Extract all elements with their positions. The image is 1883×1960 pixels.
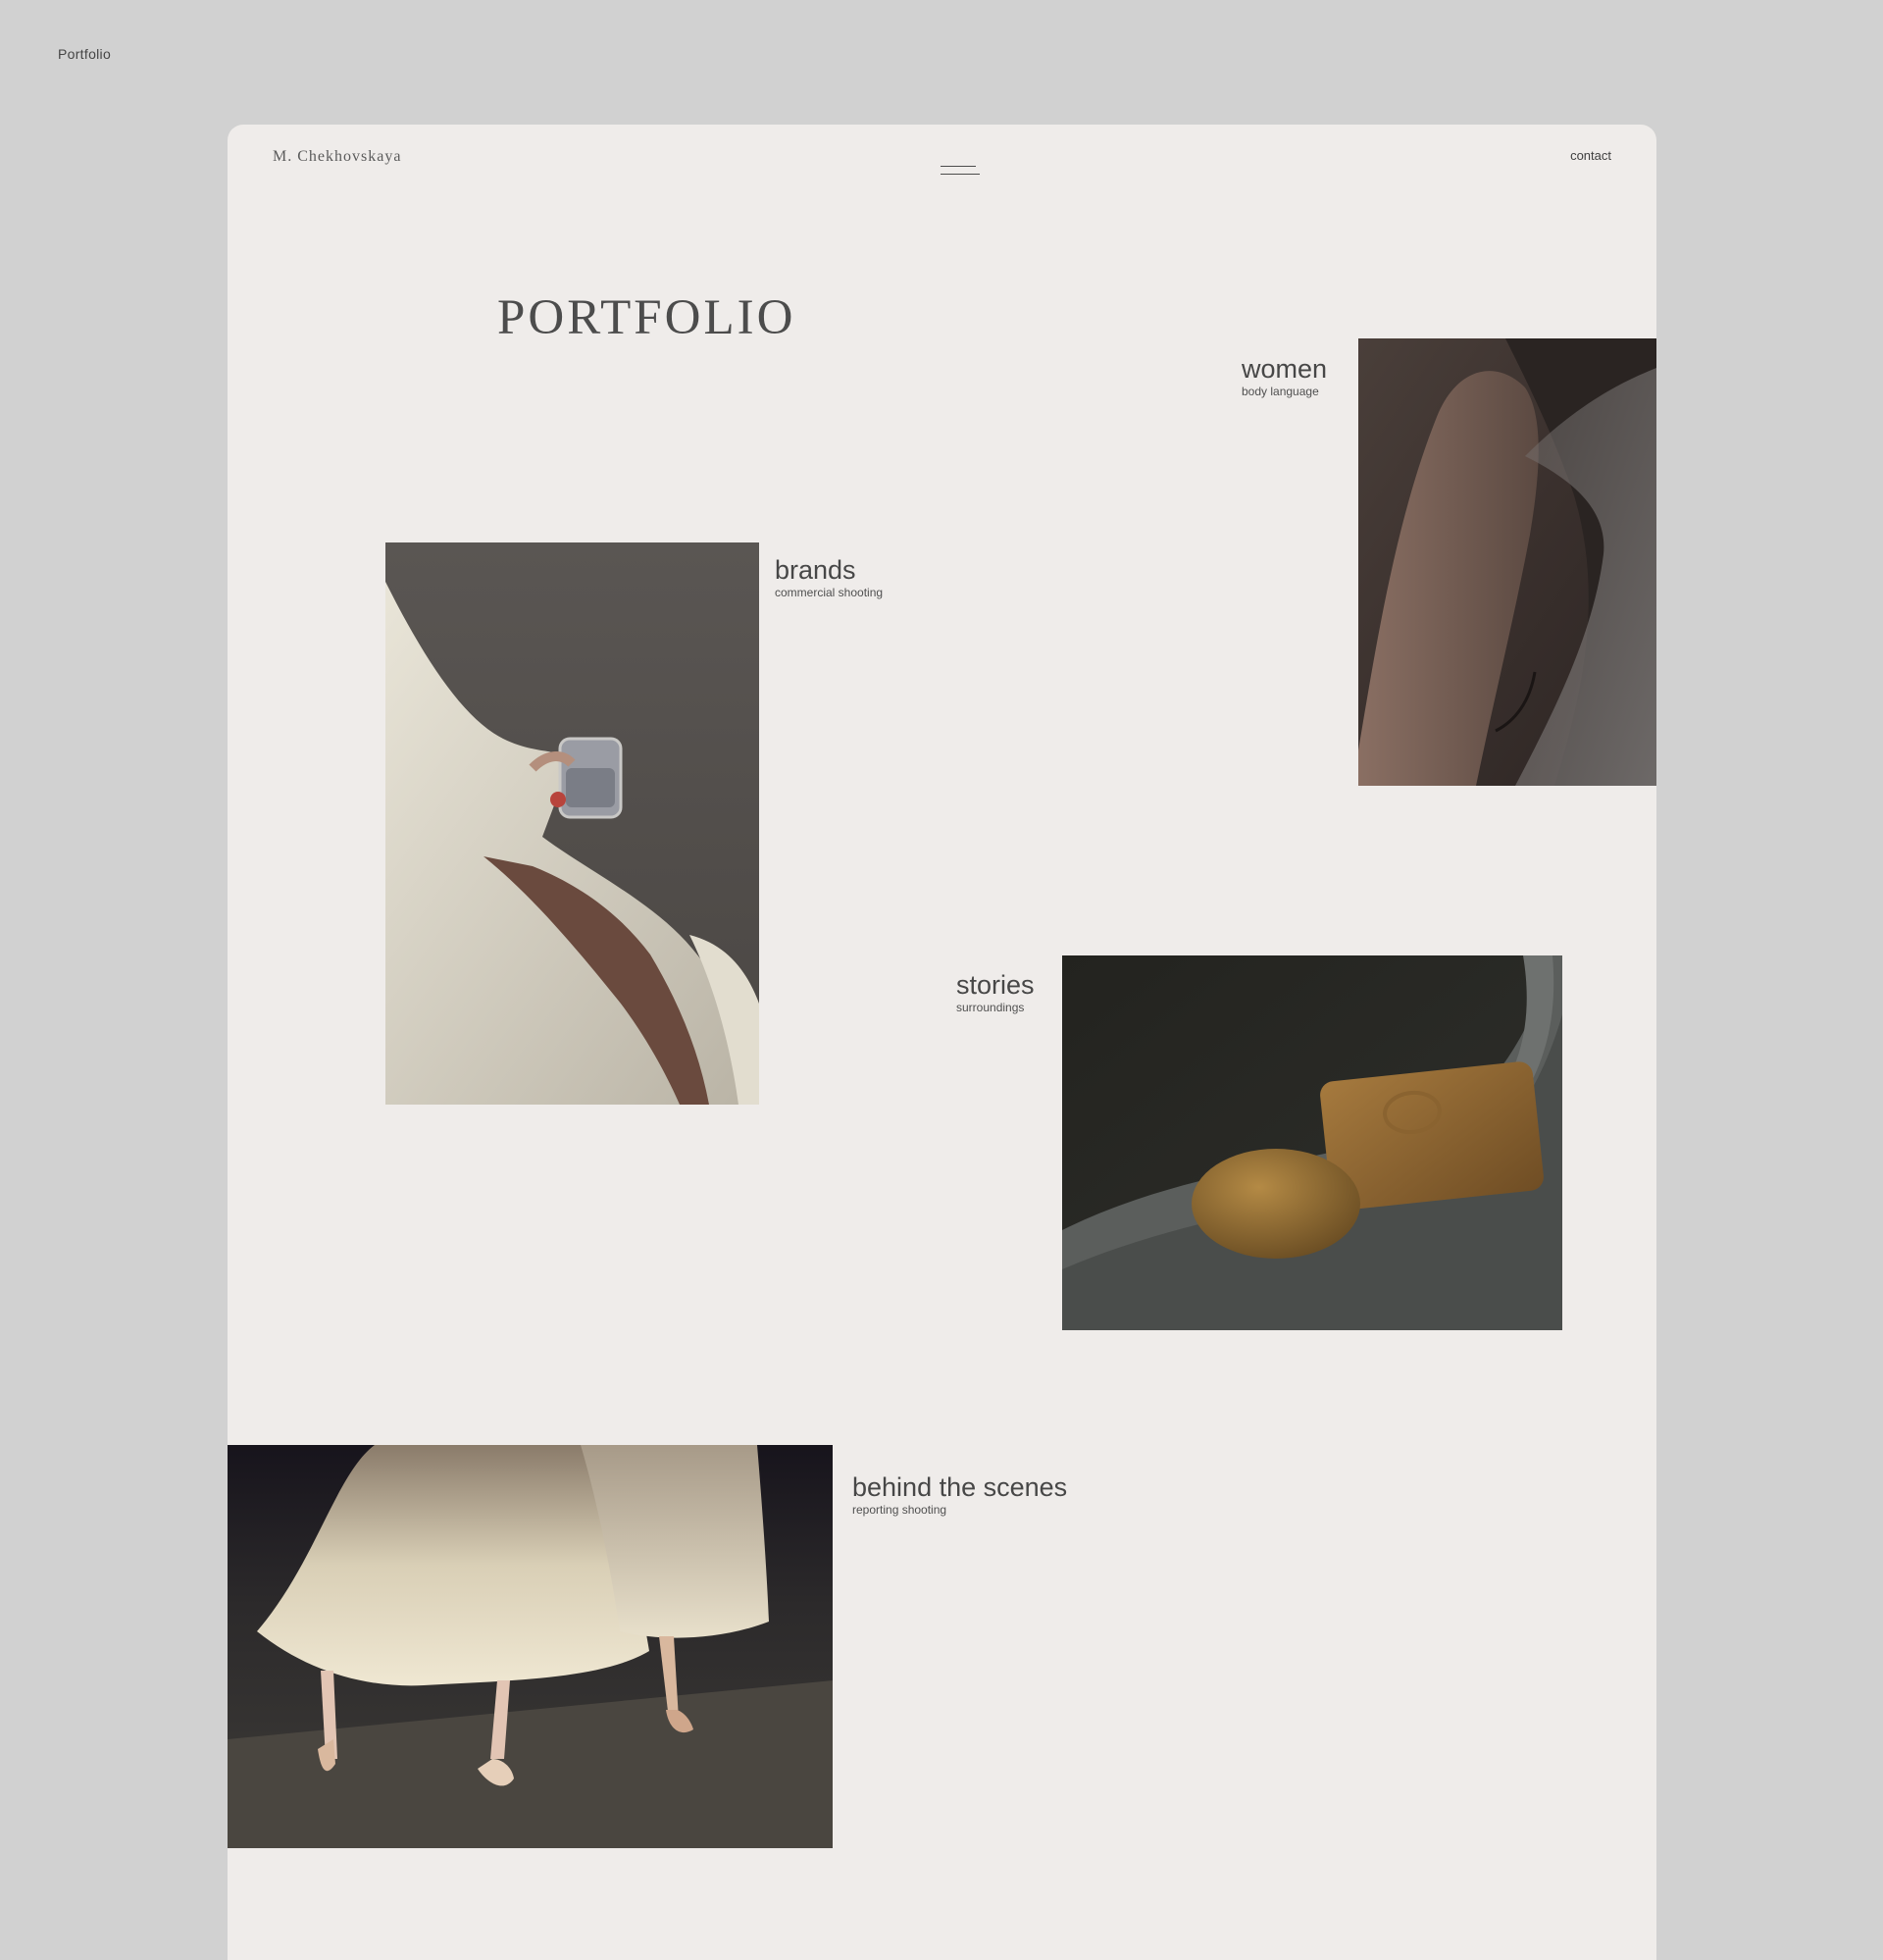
stories-photo-image xyxy=(1062,955,1562,1330)
page-tab-label: Portfolio xyxy=(58,46,112,62)
women-photo-image xyxy=(1358,338,1656,786)
category-name: brands xyxy=(775,555,856,585)
contact-link[interactable]: contact xyxy=(1570,148,1611,163)
category-name: women xyxy=(1242,354,1328,384)
category-subtitle: body language xyxy=(1242,385,1319,398)
category-subtitle: reporting shooting xyxy=(852,1503,947,1517)
women-photo[interactable] xyxy=(1358,338,1656,786)
category-subtitle: surroundings xyxy=(956,1001,1025,1014)
stories-photo[interactable] xyxy=(1062,955,1562,1330)
category-brands[interactable]: brands commercial shooting xyxy=(775,555,883,600)
brand-logo[interactable]: M. Chekhovskaya xyxy=(273,148,401,166)
page-title: PORTFOLIO xyxy=(497,290,796,345)
category-stories[interactable]: stories surroundings xyxy=(956,970,1035,1015)
category-name: behind the scenes xyxy=(852,1472,1068,1502)
site-frame: M. Chekhovskaya contact PORTFOLIO women … xyxy=(228,125,1656,1960)
category-behind-the-scenes[interactable]: behind the scenes reporting shooting xyxy=(852,1472,1067,1518)
brands-photo[interactable] xyxy=(385,542,759,1105)
brands-photo-image xyxy=(385,542,759,1105)
category-subtitle: commercial shooting xyxy=(775,586,884,599)
behind-the-scenes-photo-image xyxy=(228,1445,833,1848)
behind-the-scenes-photo[interactable] xyxy=(228,1445,833,1848)
hamburger-menu-icon[interactable] xyxy=(939,144,982,175)
menu-line xyxy=(941,174,980,175)
category-women[interactable]: women body language xyxy=(1242,354,1327,399)
menu-line xyxy=(941,166,976,167)
category-name: stories xyxy=(956,970,1035,1000)
